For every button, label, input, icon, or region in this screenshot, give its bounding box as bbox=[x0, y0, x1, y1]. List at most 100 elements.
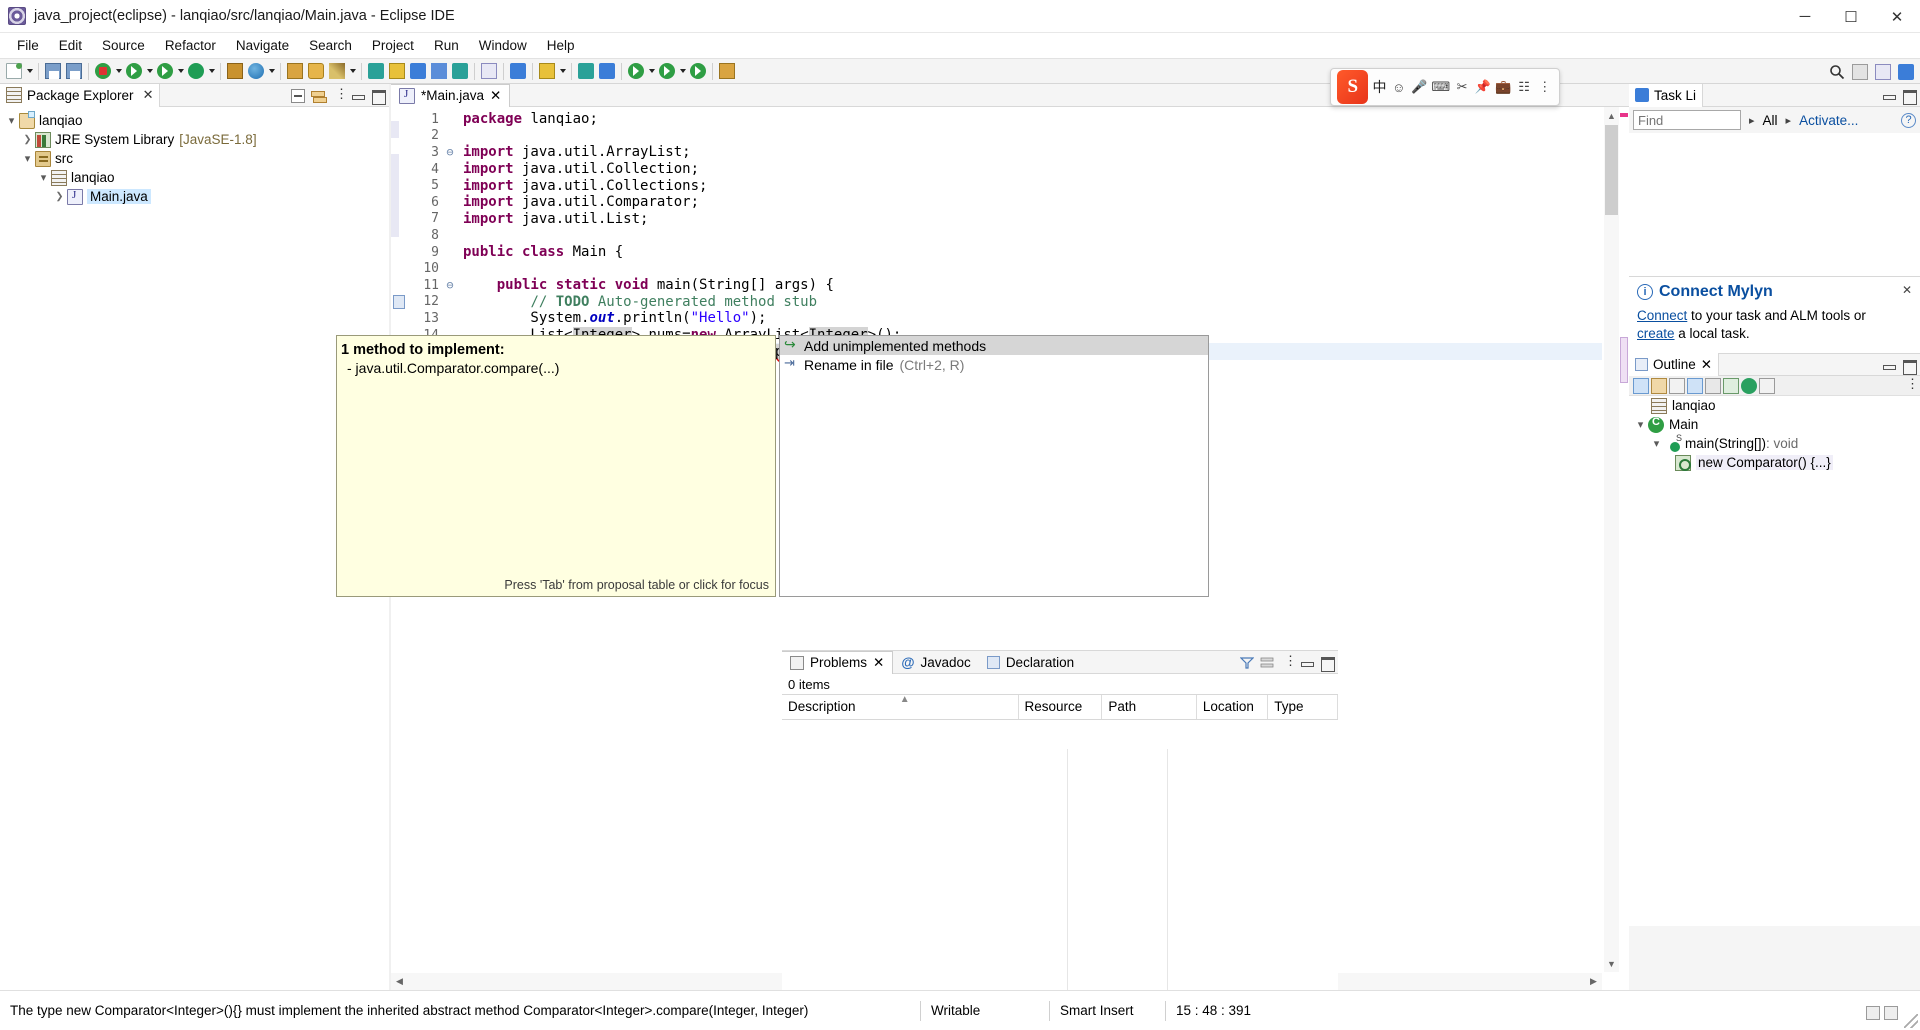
last-edit-icon[interactable] bbox=[690, 63, 706, 79]
tab-problems[interactable]: Problems ✕ bbox=[782, 651, 893, 674]
close-button[interactable]: ✕ bbox=[1874, 0, 1920, 33]
highlight-icon[interactable] bbox=[389, 63, 405, 79]
task-icon[interactable] bbox=[599, 63, 615, 79]
outline-item-lanqiao[interactable]: lanqiao bbox=[1629, 396, 1920, 415]
code-line[interactable]: 1package lanqiao; bbox=[391, 111, 1602, 128]
smiley-icon[interactable]: ☺ bbox=[1390, 78, 1407, 96]
code-line[interactable]: 7import java.util.List; bbox=[391, 211, 1602, 228]
view-menu-icon[interactable] bbox=[1280, 656, 1294, 670]
code-line[interactable]: 10 bbox=[391, 260, 1602, 277]
previous-annotation-icon[interactable] bbox=[431, 63, 447, 79]
java-perspective-icon[interactable] bbox=[1875, 64, 1891, 80]
outline-tree[interactable]: lanqiao Main S main(String[]) bbox=[1629, 396, 1920, 926]
overview-ruler[interactable] bbox=[1619, 107, 1629, 972]
open-perspective-icon[interactable] bbox=[1852, 64, 1868, 80]
maximize-view-icon[interactable] bbox=[1902, 89, 1916, 103]
chevron-down-icon[interactable] bbox=[1633, 418, 1648, 431]
editor-vertical-scrollbar[interactable]: ▲ ▼ bbox=[1604, 107, 1619, 972]
maximize-view-icon[interactable] bbox=[371, 89, 385, 103]
column-header-type[interactable]: Type bbox=[1268, 695, 1338, 719]
scroll-left-icon[interactable]: ◀ bbox=[391, 973, 408, 990]
close-icon[interactable]: ✕ bbox=[143, 87, 154, 103]
new-folder-icon[interactable] bbox=[308, 63, 324, 79]
forward-nav-icon[interactable] bbox=[628, 63, 644, 79]
code-line[interactable]: 13 System.out.println("Hello"); bbox=[391, 310, 1602, 327]
forward-nav-dropdown-icon[interactable] bbox=[647, 61, 656, 81]
menu-source[interactable]: Source bbox=[93, 35, 154, 56]
keyboard-icon[interactable]: ⌨ bbox=[1432, 78, 1450, 96]
code-line[interactable]: 8 bbox=[391, 227, 1602, 244]
maximize-view-icon[interactable] bbox=[1320, 656, 1334, 670]
code-line[interactable]: 5import java.util.Collections; bbox=[391, 177, 1602, 194]
hide-fields-icon[interactable] bbox=[1651, 378, 1667, 394]
menu-help[interactable]: Help bbox=[538, 35, 584, 56]
java-ee-perspective-icon[interactable] bbox=[1898, 64, 1914, 80]
mylyn-create-link[interactable]: create bbox=[1637, 326, 1675, 341]
grid-icon[interactable]: ☷ bbox=[1516, 78, 1533, 96]
collapse-all-icon[interactable] bbox=[291, 89, 305, 103]
maximize-button[interactable]: ☐ bbox=[1828, 0, 1874, 33]
code-line[interactable]: 3import java.util.ArrayList; bbox=[391, 144, 1602, 161]
close-icon[interactable]: ✕ bbox=[1701, 357, 1712, 373]
debug-dropdown-icon[interactable] bbox=[114, 61, 123, 81]
ime-language-toggle[interactable]: 中 bbox=[1372, 77, 1386, 97]
filter-icon[interactable] bbox=[1240, 656, 1254, 670]
minimize-view-icon[interactable] bbox=[1882, 359, 1896, 373]
tree-item-main-java[interactable]: Main.java bbox=[0, 187, 389, 206]
show-whitespace-icon[interactable] bbox=[452, 63, 468, 79]
build-status-icon[interactable] bbox=[1884, 1006, 1898, 1020]
close-icon[interactable]: ✕ bbox=[1902, 283, 1912, 297]
column-header-location[interactable]: Location bbox=[1197, 695, 1268, 719]
task-list-body[interactable] bbox=[1629, 133, 1920, 276]
coverage-dropdown-icon[interactable] bbox=[176, 61, 185, 81]
proposal-add-unimplemented-methods[interactable]: Add unimplemented methods bbox=[780, 336, 1208, 355]
pin-icon[interactable]: 📌 bbox=[1474, 78, 1491, 96]
minimize-view-icon[interactable] bbox=[1300, 656, 1314, 670]
problems-table-body[interactable] bbox=[782, 749, 1338, 990]
save-icon[interactable] bbox=[45, 63, 61, 79]
outline-item-anonymous-comparator[interactable]: new Comparator() {...} bbox=[1629, 453, 1920, 472]
code-line[interactable]: 6import java.util.Comparator; bbox=[391, 194, 1602, 211]
code-line[interactable]: 2 bbox=[391, 128, 1602, 145]
chevron-down-icon[interactable] bbox=[20, 152, 35, 165]
tab-task-list[interactable]: Task Li bbox=[1629, 84, 1703, 107]
scroll-down-icon[interactable]: ▼ bbox=[1604, 955, 1619, 972]
back-nav-icon[interactable] bbox=[659, 63, 675, 79]
group-by-icon[interactable] bbox=[1260, 656, 1274, 670]
proposal-rename-in-file[interactable]: Rename in file (Ctrl+2, R) bbox=[780, 355, 1208, 374]
tab-javadoc[interactable]: @ Javadoc bbox=[893, 651, 978, 674]
chevron-down-icon[interactable] bbox=[4, 114, 19, 127]
sort-icon[interactable] bbox=[1633, 378, 1649, 394]
tree-item-lanqiao-package[interactable]: lanqiao bbox=[0, 168, 389, 187]
overview-error-mark[interactable] bbox=[1620, 113, 1628, 117]
chevron-right-icon[interactable]: ▸ bbox=[1749, 114, 1755, 127]
menu-navigate[interactable]: Navigate bbox=[227, 35, 298, 56]
view-menu-icon[interactable] bbox=[331, 89, 345, 103]
menu-file[interactable]: File bbox=[8, 35, 48, 56]
menu-search[interactable]: Search bbox=[300, 35, 361, 56]
scissors-icon[interactable]: ✂ bbox=[1454, 78, 1471, 96]
tab-outline[interactable]: Outline ✕ bbox=[1629, 353, 1719, 376]
edit-dropdown-icon[interactable] bbox=[348, 61, 357, 81]
chevron-right-icon[interactable] bbox=[20, 134, 35, 145]
heap-status-icon[interactable] bbox=[1866, 1006, 1880, 1020]
outline-item-main-method[interactable]: S main(String[]) : void bbox=[1629, 434, 1920, 453]
minimize-view-icon[interactable] bbox=[1882, 89, 1896, 103]
chevron-right-icon[interactable]: ▸ bbox=[1786, 114, 1792, 127]
search-class-icon[interactable] bbox=[368, 63, 384, 79]
close-icon[interactable]: ✕ bbox=[873, 655, 884, 671]
ime-floating-toolbar[interactable]: S 中 ☺ 🎤 ⌨ ✂ 📌 💼 ☷ ⋮ bbox=[1330, 68, 1560, 106]
code-line[interactable]: 11 public static void main(String[] args… bbox=[391, 277, 1602, 294]
bookmark-icon[interactable] bbox=[578, 63, 594, 79]
new-file-icon[interactable] bbox=[6, 63, 22, 79]
menu-edit[interactable]: Edit bbox=[50, 35, 91, 56]
code-line[interactable]: 12 // TODO Auto-generated method stub bbox=[391, 294, 1602, 311]
toggle-block-selection-icon[interactable] bbox=[481, 63, 497, 79]
back-nav-dropdown-icon[interactable] bbox=[678, 61, 687, 81]
open-type-icon[interactable] bbox=[248, 63, 264, 79]
view-menu-icon[interactable] bbox=[1902, 379, 1916, 393]
download-dropdown-icon[interactable] bbox=[558, 61, 567, 81]
toolbox-icon[interactable]: 💼 bbox=[1495, 78, 1512, 96]
mylyn-connect-link[interactable]: Connect bbox=[1637, 308, 1687, 323]
edit-icon[interactable] bbox=[329, 63, 345, 79]
